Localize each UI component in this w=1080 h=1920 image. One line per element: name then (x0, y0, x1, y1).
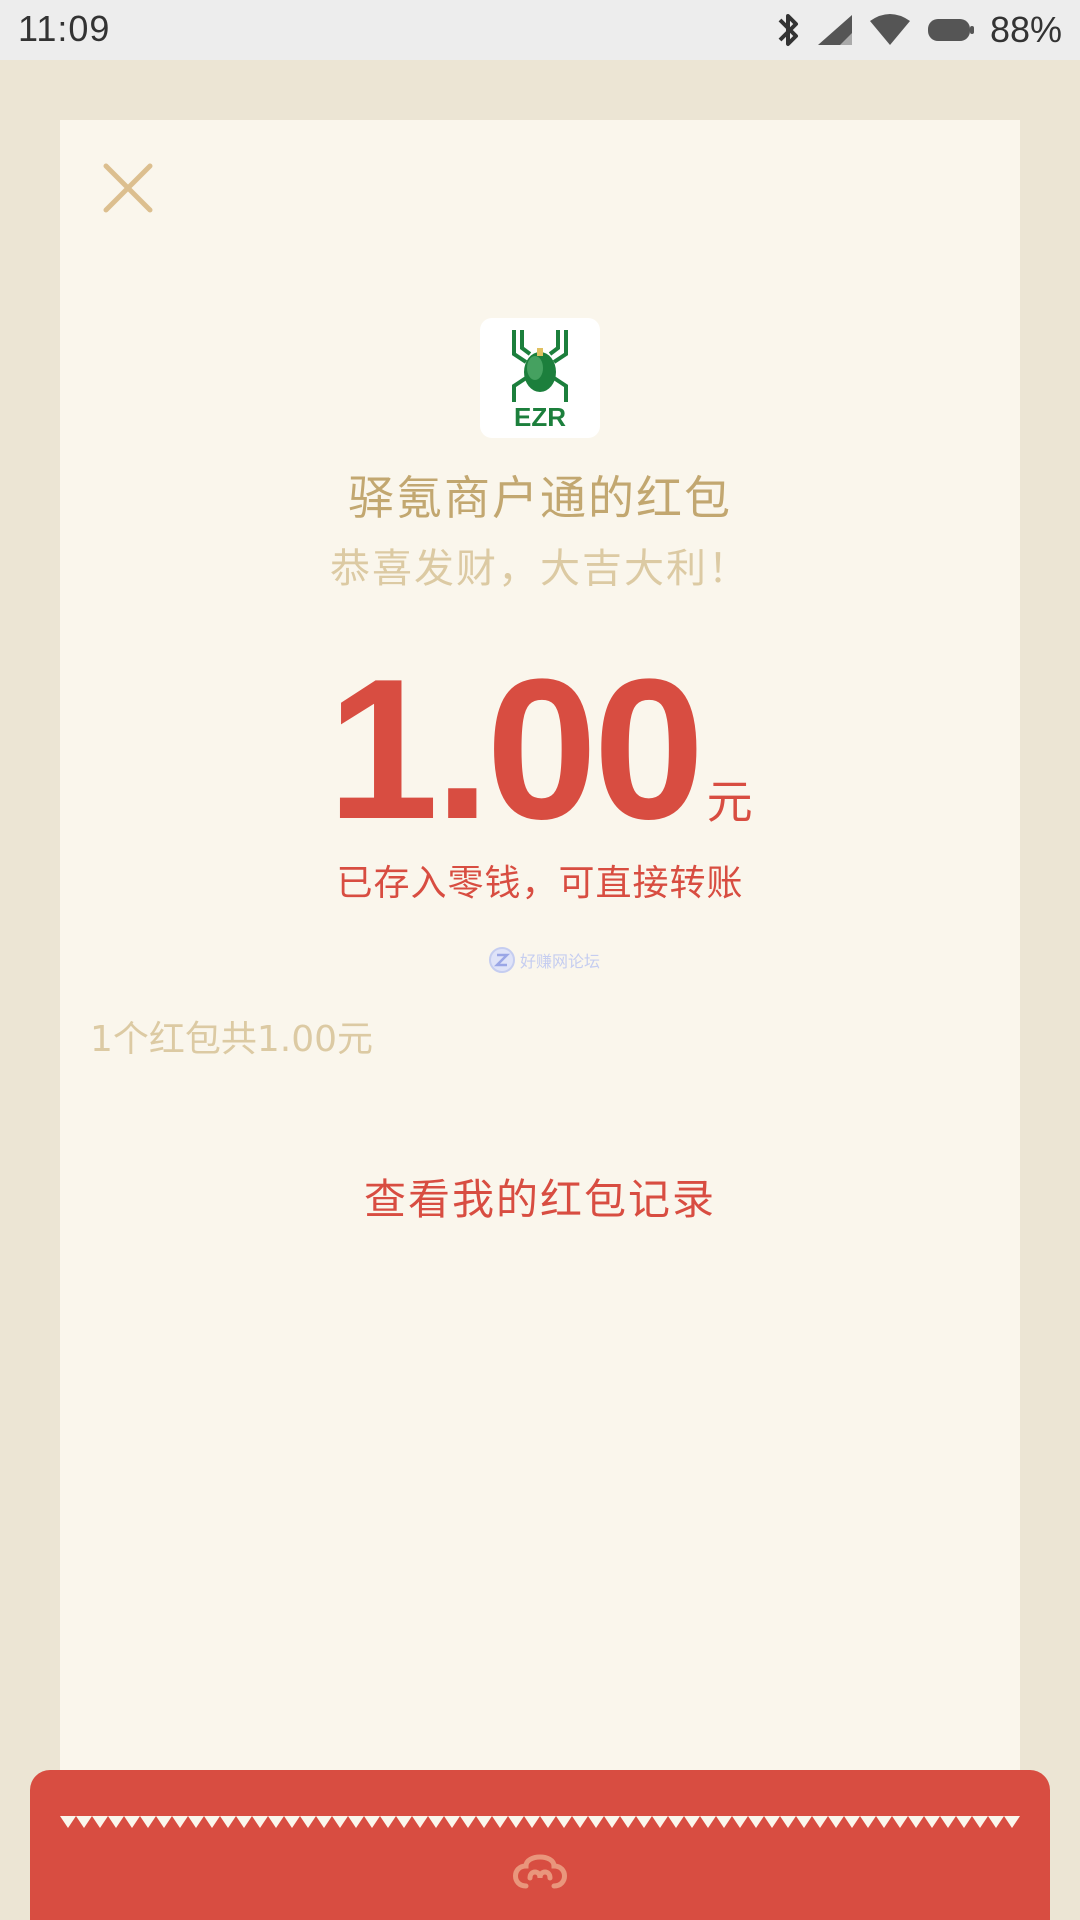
close-icon (103, 163, 153, 213)
saved-to-wallet-note: 已存入零钱，可直接转账 (336, 863, 744, 904)
view-records-link[interactable]: 查看我的红包记录 (0, 1166, 1080, 1227)
envelope-zigzag-edge (60, 1816, 1020, 1828)
bluetooth-icon (778, 14, 798, 46)
watermark: 好赚网论坛 (488, 946, 600, 974)
logo-text: EZR (514, 402, 566, 432)
amount-unit: 元 (706, 775, 753, 829)
cloud-ornament-icon (513, 1854, 567, 1889)
sender-logo: EZR (512, 330, 568, 432)
status-bar: 11:09 88% (0, 0, 1080, 60)
wifi-icon (869, 14, 910, 45)
battery-icon (927, 19, 974, 41)
watermark-text: 好赚网论坛 (520, 952, 601, 971)
status-time: 11:09 (18, 8, 111, 49)
watermark-icon (489, 947, 515, 973)
status-icons: 88% (776, 6, 1062, 54)
greeting-message: 恭喜发财，大吉大利！ (330, 546, 750, 592)
signal-icon (817, 15, 852, 45)
close-button[interactable] (100, 160, 156, 216)
amount-display: 1.00 元 (0, 650, 1080, 850)
envelope-bottom (30, 1770, 1050, 1920)
sender-name: 驿氪商户通的红包 (348, 471, 732, 525)
amount-value: 1.00 (327, 638, 704, 861)
sender-avatar: EZR (480, 318, 600, 438)
battery-percent: 88% (989, 9, 1062, 50)
packet-total-info: 1个红包共1.00元 (90, 1019, 374, 1060)
